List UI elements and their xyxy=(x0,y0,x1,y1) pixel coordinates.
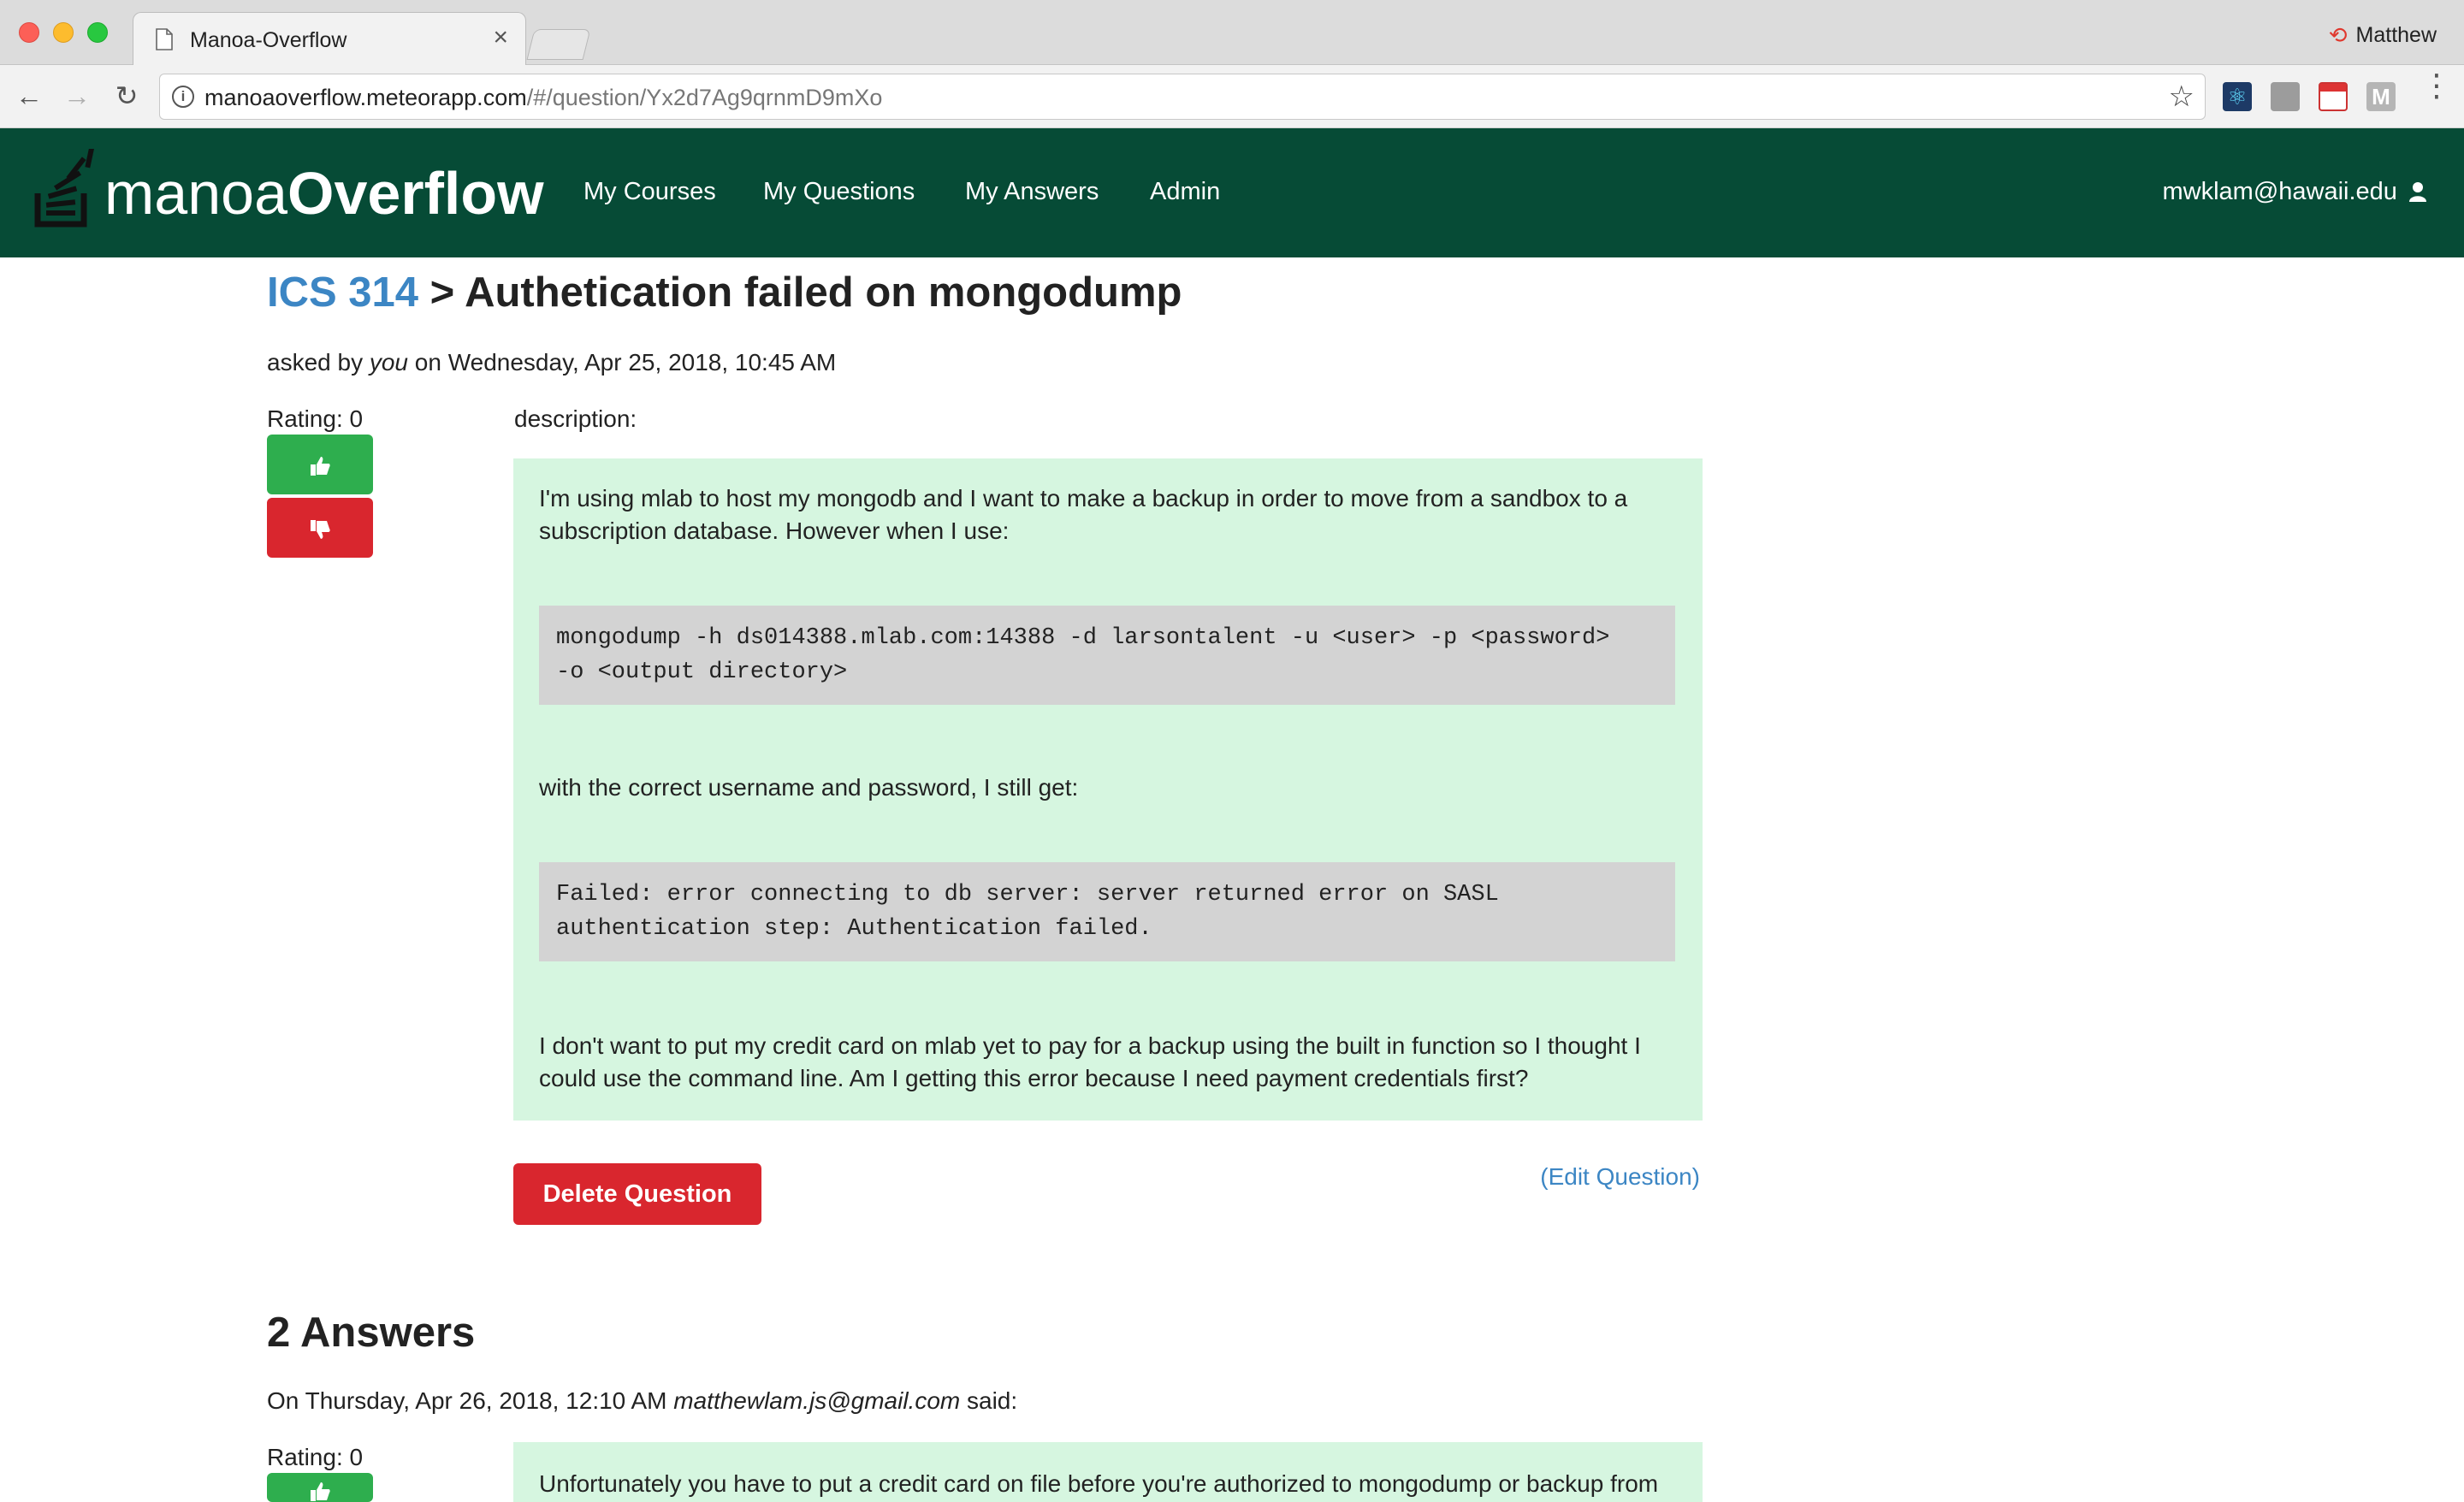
asked-by-line: asked by you on Wednesday, Apr 25, 2018,… xyxy=(267,349,836,376)
extension-icon[interactable] xyxy=(2271,82,2300,111)
info-icon[interactable]: i xyxy=(172,86,194,108)
url-text[interactable]: manoaoverflow.meteorapp.com/#/question/Y… xyxy=(204,85,882,111)
question-title: Authetication failed on mongodump xyxy=(465,269,1182,316)
reload-icon[interactable]: ↻ xyxy=(110,79,144,113)
thumbs-down-icon xyxy=(311,520,330,540)
close-window-button[interactable] xyxy=(19,22,39,43)
answer-upvote-button[interactable] xyxy=(267,1473,373,1502)
answer-date: On Thursday, Apr 26, 2018, 12:10 AM xyxy=(267,1387,674,1414)
asked-date: on Wednesday, Apr 25, 2018, 10:45 AM xyxy=(408,349,837,376)
brand-logo[interactable]: manoaOverflow xyxy=(104,159,544,228)
user-menu[interactable]: mwklam@hawaii.edu xyxy=(2162,178,2426,206)
asked-prefix: asked by xyxy=(267,349,370,376)
zoom-window-button[interactable] xyxy=(87,22,108,43)
answer-box: Unfortunately you have to put a credit c… xyxy=(513,1442,1703,1502)
address-bar[interactable]: i manoaoverflow.meteorapp.com/#/question… xyxy=(159,74,2206,120)
user-icon xyxy=(2409,182,2426,202)
thumbs-up-icon xyxy=(311,457,330,476)
nav-my-courses[interactable]: My Courses xyxy=(583,178,716,206)
menu-dots-icon[interactable]: ⋮ xyxy=(2421,70,2452,101)
new-tab-button[interactable] xyxy=(526,29,591,60)
brand-bold: Overflow xyxy=(287,160,544,227)
answer-rating: Rating: 0 xyxy=(267,1444,364,1470)
course-link[interactable]: ICS 314 xyxy=(267,269,418,316)
description-box: I'm using mlab to host my mongodb and I … xyxy=(513,458,1703,1121)
react-devtools-icon[interactable]: ⚛ xyxy=(2223,82,2252,111)
browser-tab[interactable]: Manoa-Overflow × xyxy=(133,12,526,67)
url-path: /#/question/Yx2d7Ag9qrnmD9mXo xyxy=(526,85,883,110)
profile-button[interactable]: ⟲ Matthew xyxy=(2329,22,2437,49)
downvote-button[interactable] xyxy=(267,498,373,558)
question-rating: Rating: 0 xyxy=(267,405,364,432)
thumbs-up-icon xyxy=(311,1482,330,1502)
description-paragraph: I don't want to put my credit card on ml… xyxy=(539,1032,1641,1091)
user-email: mwklam@hawaii.edu xyxy=(2162,178,2397,205)
answers-heading: 2 Answers xyxy=(267,1310,476,1356)
code-block: Failed: error connecting to db server: s… xyxy=(539,862,1675,961)
delete-question-button[interactable]: Delete Question xyxy=(513,1163,761,1225)
nav-my-questions[interactable]: My Questions xyxy=(763,178,915,206)
answer-meta: On Thursday, Apr 26, 2018, 12:10 AM matt… xyxy=(267,1387,1017,1415)
description-paragraph: with the correct username and password, … xyxy=(539,774,1079,801)
site-navbar: manoaOverflow My Courses My Questions My… xyxy=(0,128,2464,257)
browser-toolbar: ← → ↻ i manoaoverflow.meteorapp.com/#/qu… xyxy=(0,65,2464,128)
upvote-button[interactable] xyxy=(267,435,373,494)
tab-title: Manoa-Overflow xyxy=(190,28,347,52)
stack-logo-icon[interactable] xyxy=(34,149,94,228)
tab-close-icon[interactable]: × xyxy=(493,25,508,50)
answer-author: matthewlam.js@gmail.com xyxy=(673,1387,961,1414)
profile-name: Matthew xyxy=(2355,23,2437,47)
description-paragraph: I'm using mlab to host my mongodb and I … xyxy=(539,485,1628,544)
asked-by-author: you xyxy=(369,349,409,376)
star-icon[interactable]: ☆ xyxy=(2169,80,2194,114)
title-separator: > xyxy=(418,269,465,316)
page-title: ICS 314 > Authetication failed on mongod… xyxy=(267,269,1182,316)
answer-text: Unfortunately you have to put a credit c… xyxy=(539,1470,1659,1497)
edit-question-link[interactable]: (Edit Question) xyxy=(1540,1163,1700,1191)
nav-my-answers[interactable]: My Answers xyxy=(965,178,1099,206)
nav-admin[interactable]: Admin xyxy=(1150,178,1220,206)
answer-said: said: xyxy=(960,1387,1018,1414)
document-icon xyxy=(156,28,173,50)
code-block: mongodump -h ds014388.mlab.com:14388 -d … xyxy=(539,606,1675,705)
sync-icon: ⟲ xyxy=(2328,22,2348,48)
url-host: manoaoverflow.meteorapp.com xyxy=(204,85,527,110)
forward-arrow-icon[interactable]: → xyxy=(60,79,94,113)
back-arrow-icon[interactable]: ← xyxy=(12,79,46,113)
description-label: description: xyxy=(514,405,637,432)
minimize-window-button[interactable] xyxy=(53,22,74,43)
m-extension-icon[interactable]: M xyxy=(2366,82,2396,111)
browser-tabstrip: Manoa-Overflow × ⟲ Matthew xyxy=(0,0,2464,67)
calendar-icon[interactable] xyxy=(2319,82,2348,111)
brand-light: manoa xyxy=(104,160,288,227)
